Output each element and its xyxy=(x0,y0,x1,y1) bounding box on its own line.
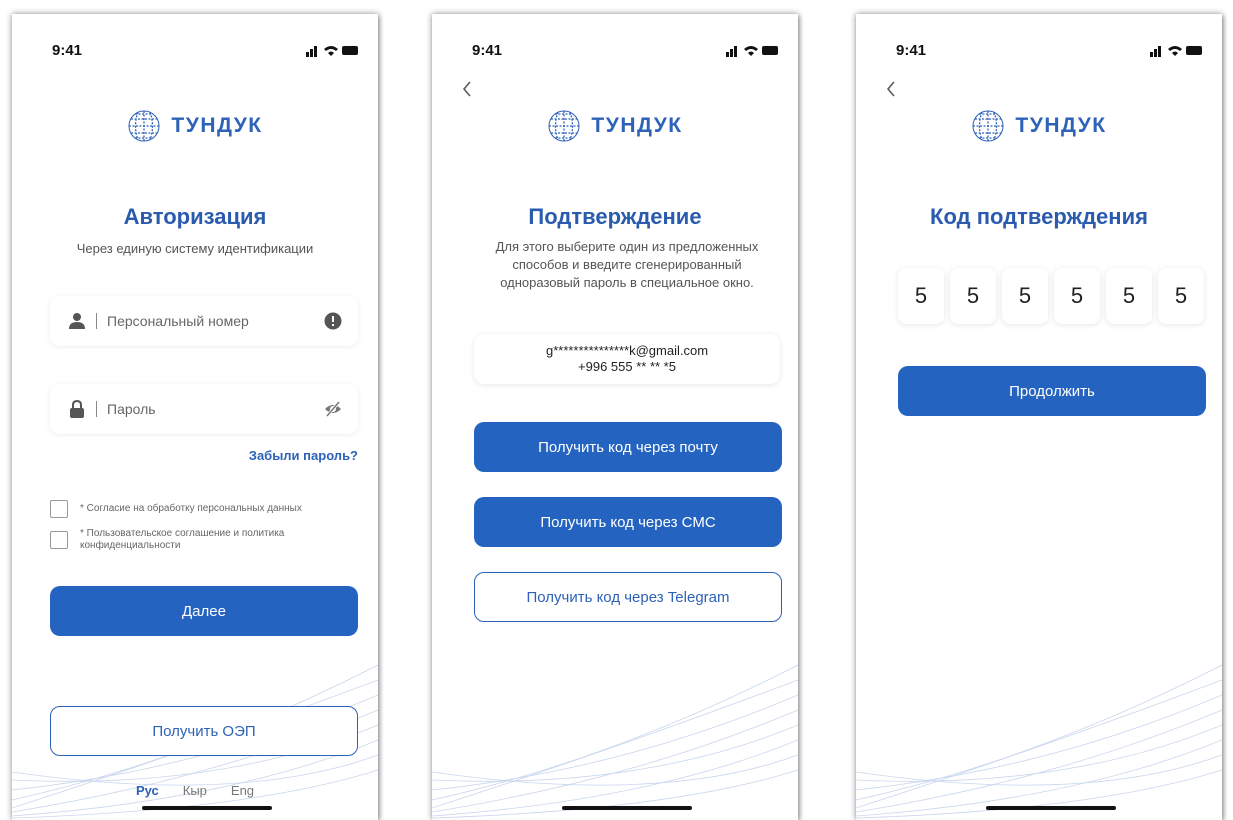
language-switcher: Рус Кыр Eng xyxy=(12,783,378,798)
logo-text: ТУНДУК xyxy=(1015,114,1107,137)
password-placeholder: Пароль xyxy=(107,401,156,417)
status-time: 9:41 xyxy=(472,42,503,59)
consent-user-agreement-row: * Пользовательское соглашение и политика… xyxy=(50,528,330,552)
code-digit-5[interactable]: 5 xyxy=(1106,268,1152,324)
page-subtitle: Через единую систему идентификации xyxy=(76,241,314,256)
get-code-telegram-button[interactable]: Получить код через Telegram xyxy=(474,572,782,622)
page-title: Авторизация xyxy=(123,204,267,229)
logo-text: ТУНДУК xyxy=(591,114,683,137)
tunduk-logo: ТУНДУК xyxy=(12,106,378,146)
next-button[interactable]: Далее xyxy=(50,586,358,636)
consent-personal-data-row: * Согласие на обработку персональных дан… xyxy=(50,500,330,518)
language-option-kyr[interactable]: Кыр xyxy=(183,783,207,798)
personal-number-placeholder: Персональный номер xyxy=(107,313,249,329)
info-icon[interactable] xyxy=(324,312,342,330)
logo-text: ТУНДУК xyxy=(171,114,263,137)
masked-phone: +996 555 ** ** *5 xyxy=(578,359,676,374)
code-input-row: 5 5 5 5 5 5 xyxy=(898,268,1204,324)
personal-number-field[interactable]: Персональный номер xyxy=(50,296,358,346)
consent-user-agreement-checkbox[interactable] xyxy=(50,531,68,549)
tunduk-logo: ТУНДУК xyxy=(432,106,798,146)
home-indicator xyxy=(986,806,1116,810)
back-chevron-icon[interactable] xyxy=(460,80,474,98)
lock-icon xyxy=(70,400,84,418)
language-option-eng[interactable]: Eng xyxy=(231,783,254,798)
get-code-email-button[interactable]: Получить код через почту xyxy=(474,422,782,472)
home-indicator xyxy=(562,806,692,810)
login-screen: 9:41 ТУНДУК Авторизация Через единую сис… xyxy=(12,14,378,820)
code-digit-4[interactable]: 5 xyxy=(1054,268,1100,324)
status-icons xyxy=(1150,46,1202,57)
eye-off-icon[interactable] xyxy=(324,400,342,418)
field-separator xyxy=(96,401,97,417)
tunduk-globe-icon xyxy=(548,110,580,142)
confirmation-screen: 9:41 ТУНДУК Подтверждение Для этого выбе… xyxy=(432,14,798,820)
page-title: Подтверждение xyxy=(528,204,702,229)
page-title: Код подтверждения xyxy=(930,204,1148,229)
consent-user-agreement-label: * Пользовательское соглашение и политика… xyxy=(80,528,285,551)
tunduk-globe-icon xyxy=(128,110,160,142)
decorative-waves xyxy=(856,664,1222,819)
get-oep-button[interactable]: Получить ОЭП xyxy=(50,706,358,756)
tunduk-globe-icon xyxy=(972,110,1004,142)
get-code-sms-button[interactable]: Получить код через СМС xyxy=(474,497,782,547)
masked-email: g***************k@gmail.com xyxy=(545,343,709,358)
contact-info-box: g***************k@gmail.com +996 555 ** … xyxy=(474,334,780,384)
status-icons xyxy=(726,46,778,57)
user-icon xyxy=(69,313,85,329)
page-subtitle: Для этого выберите один из предложенных … xyxy=(495,239,759,290)
code-digit-1[interactable]: 5 xyxy=(898,268,944,324)
consent-personal-data-label: * Согласие на обработку персональных дан… xyxy=(80,503,302,514)
code-digit-2[interactable]: 5 xyxy=(950,268,996,324)
code-digit-6[interactable]: 5 xyxy=(1158,268,1204,324)
verification-code-screen: 9:41 ТУНДУК Код подтверждения 5 5 5 5 5 … xyxy=(856,14,1222,820)
status-time: 9:41 xyxy=(896,42,927,59)
home-indicator xyxy=(142,806,272,810)
continue-button[interactable]: Продолжить xyxy=(898,366,1206,416)
status-icons xyxy=(306,46,358,57)
field-separator xyxy=(96,313,97,329)
consent-personal-data-checkbox[interactable] xyxy=(50,500,68,518)
decorative-waves xyxy=(432,664,798,819)
tunduk-logo: ТУНДУК xyxy=(856,106,1222,146)
language-option-rus[interactable]: Рус xyxy=(136,783,159,798)
code-digit-3[interactable]: 5 xyxy=(1002,268,1048,324)
forgot-password-link[interactable]: Забыли пароль? xyxy=(249,448,358,463)
password-field[interactable]: Пароль xyxy=(50,384,358,434)
status-time: 9:41 xyxy=(52,42,83,59)
back-chevron-icon[interactable] xyxy=(884,80,898,98)
